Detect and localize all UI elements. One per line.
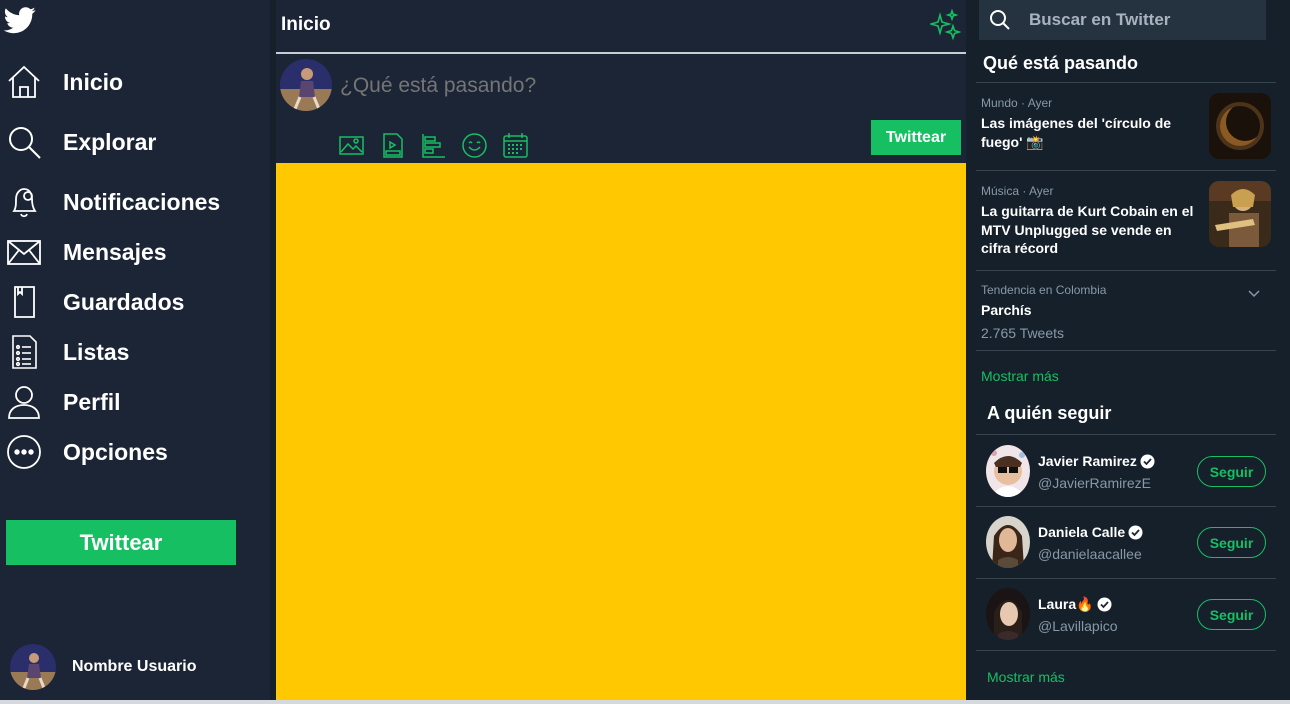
follow-button[interactable]: Seguir: [1197, 456, 1266, 487]
trends-title: Qué está pasando: [983, 53, 1139, 73]
show-more-link[interactable]: Mostrar más: [981, 368, 1059, 384]
emoji-icon[interactable]: [461, 132, 488, 159]
poll-icon[interactable]: [420, 132, 447, 159]
list-icon: [5, 333, 43, 371]
divider: [976, 270, 1276, 271]
follow-name: Laura🔥: [1038, 596, 1094, 612]
follow-handle: @Lavillapico: [1038, 618, 1118, 634]
follow-suggestion[interactable]: Laura🔥 @Lavillapico Seguir: [986, 588, 1266, 644]
avatar: [10, 644, 56, 690]
sidebar-item-label: Guardados: [63, 288, 185, 315]
avatar: [280, 59, 332, 111]
divider: [976, 82, 1276, 83]
chevron-down-icon[interactable]: [1247, 287, 1261, 301]
search-icon: [990, 10, 1010, 30]
gif-icon[interactable]: [379, 132, 406, 159]
calendar-icon[interactable]: [502, 132, 529, 159]
sidebar-item-label: Inicio: [63, 68, 124, 95]
follow-handle: @JavierRamirezE: [1038, 475, 1152, 491]
show-more-link[interactable]: Mostrar más: [987, 669, 1065, 685]
image-icon[interactable]: [338, 132, 365, 159]
sidebar-item-notificaciones[interactable]: Notificaciones: [5, 180, 220, 224]
follow-suggestion[interactable]: Javier Ramirez @JavierRamirezE Seguir: [986, 445, 1266, 501]
sidebar-item-label: Listas: [63, 338, 130, 365]
sidebar-item-explorar[interactable]: Explorar: [5, 120, 156, 164]
follow-name-wrap: Laura🔥: [1038, 596, 1112, 613]
follow-name: Daniela Calle: [1038, 524, 1126, 540]
sidebar-item-perfil[interactable]: Perfil: [5, 380, 121, 424]
follow-button[interactable]: Seguir: [1197, 527, 1266, 558]
divider: [976, 650, 1276, 651]
more-icon: [5, 433, 43, 471]
search-icon: [5, 123, 43, 161]
compose-input[interactable]: [340, 74, 940, 98]
bookmark-icon: [5, 283, 43, 321]
verified-icon: [1128, 525, 1143, 539]
divider: [976, 578, 1276, 579]
trend-meta: Tendencia en Colombia: [981, 283, 1107, 297]
sidebar-item-label: Perfil: [63, 388, 121, 415]
divider: [276, 52, 966, 54]
trend-image: [1209, 181, 1271, 247]
divider: [976, 350, 1276, 351]
window-bottom-edge: [0, 700, 1290, 704]
mail-icon: [5, 233, 43, 271]
trend-item[interactable]: Mundo · Ayer Las imágenes del 'círculo d…: [981, 93, 1271, 159]
trend-title: Las imágenes del 'círculo de fuego' 📸: [981, 115, 1172, 150]
compose-toolbar: [338, 132, 529, 159]
trend-image: [1209, 93, 1271, 159]
account-switcher[interactable]: Nombre Usuario: [10, 644, 196, 690]
sidebar-item-inicio[interactable]: Inicio: [5, 60, 123, 104]
avatar: [986, 445, 1030, 497]
who-to-follow-title: A quién seguir: [987, 403, 1112, 423]
divider: [976, 506, 1276, 507]
verified-icon: [1140, 454, 1155, 468]
divider: [976, 434, 1276, 435]
trend-title: Parchís: [981, 302, 1032, 318]
home-icon: [5, 63, 43, 101]
right-sidebar: Qué está pasando Mundo · Ayer Las imágen…: [976, 0, 1276, 700]
follow-suggestion[interactable]: Daniela Calle @danielaacallee Seguir: [986, 516, 1266, 572]
follow-button[interactable]: Seguir: [1197, 599, 1266, 630]
search-box[interactable]: [979, 0, 1266, 40]
trend-count: 2.765 Tweets: [981, 324, 1065, 341]
feed-area: [276, 163, 966, 700]
sparkle-icon[interactable]: [930, 9, 962, 41]
trend-title: La guitarra de Kurt Cobain en el MTV Unp…: [981, 203, 1194, 256]
trend-item[interactable]: Música · Ayer La guitarra de Kurt Cobain…: [981, 181, 1271, 258]
main-timeline: Inicio Twittear: [276, 0, 966, 700]
user-name: Nombre Usuario: [72, 658, 197, 675]
divider: [976, 170, 1276, 171]
avatar: [986, 516, 1030, 568]
sidebar: Inicio Explorar Notificaciones Mensajes …: [0, 0, 270, 700]
follow-name-wrap: Javier Ramirez: [1038, 453, 1155, 469]
sidebar-item-mensajes[interactable]: Mensajes: [5, 230, 167, 274]
sidebar-item-label: Mensajes: [63, 238, 167, 265]
verified-icon: [1097, 597, 1112, 612]
sidebar-item-listas[interactable]: Listas: [5, 330, 129, 374]
sidebar-item-label: Notificaciones: [63, 188, 221, 215]
follow-name-wrap: Daniela Calle: [1038, 524, 1143, 540]
bell-icon: [5, 183, 43, 221]
follow-handle: @danielaacallee: [1038, 546, 1142, 562]
avatar: [986, 588, 1030, 640]
page-title: Inicio: [281, 14, 331, 35]
user-icon: [5, 383, 43, 421]
sidebar-item-opciones[interactable]: Opciones: [5, 430, 168, 474]
trend-item[interactable]: Tendencia en Colombia Parchís 2.765 Twee…: [981, 283, 1271, 341]
sidebar-item-label: Explorar: [63, 128, 157, 155]
twitter-logo-icon[interactable]: [2, 4, 38, 36]
sidebar-item-label: Opciones: [63, 438, 168, 465]
sidebar-item-guardados[interactable]: Guardados: [5, 280, 184, 324]
follow-name: Javier Ramirez: [1038, 453, 1137, 469]
search-input[interactable]: [1029, 10, 1249, 30]
compose-tweet-button[interactable]: Twittear: [871, 120, 961, 155]
tweet-button[interactable]: Twittear: [6, 520, 236, 565]
